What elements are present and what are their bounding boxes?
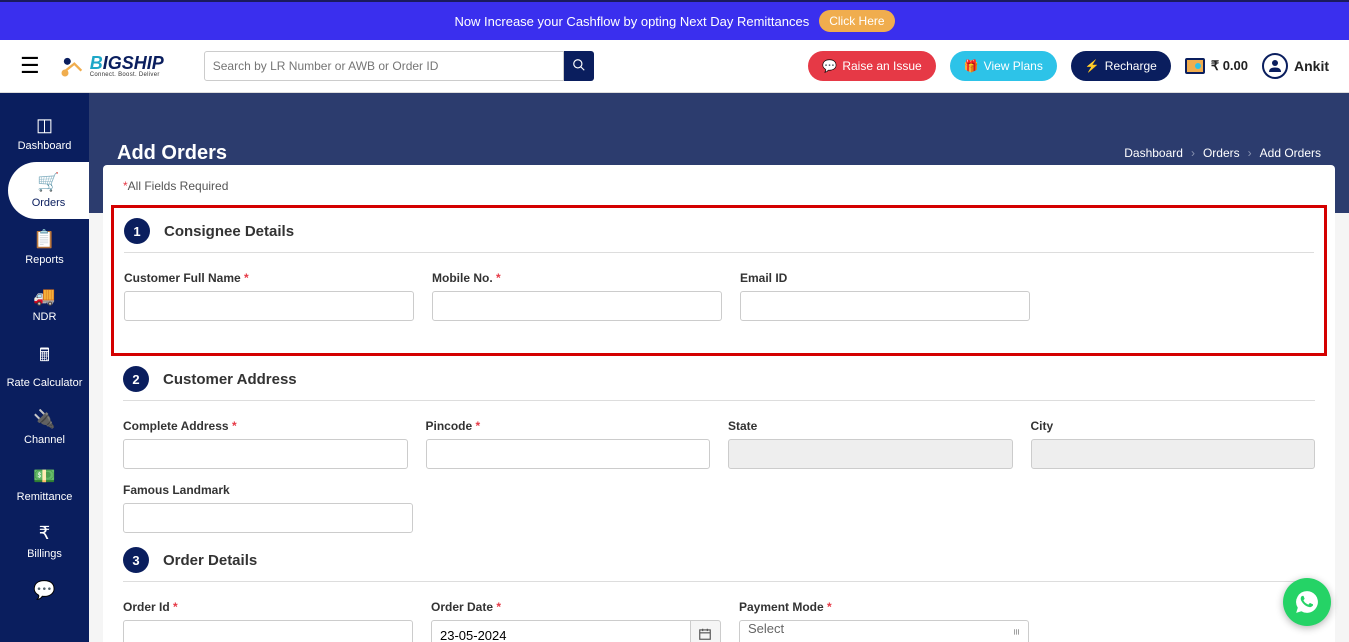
clipboard-icon: 📋 (0, 229, 89, 250)
label-customer-name: Customer Full Name * (124, 271, 414, 285)
sidebar: ◫ Dashboard 🛒 Orders 📋 Reports 🚚 NDR 🖩 R… (0, 93, 89, 642)
mobile-input[interactable] (432, 291, 722, 321)
sidebar-item-remittance[interactable]: 💵 Remittance (0, 456, 89, 513)
banner-text: Now Increase your Cashflow by opting Nex… (454, 14, 809, 29)
sidebar-item-orders[interactable]: 🛒 Orders (8, 162, 89, 219)
pincode-input[interactable] (426, 439, 711, 469)
bolt-icon: ⚡ (1085, 59, 1100, 73)
search-input[interactable] (204, 51, 564, 81)
whatsapp-button[interactable] (1283, 578, 1331, 626)
section-number: 1 (124, 218, 150, 244)
order-date-input[interactable] (431, 620, 691, 642)
section-number: 3 (123, 547, 149, 573)
sidebar-label: Dashboard (18, 140, 72, 152)
landmark-input[interactable] (123, 503, 413, 533)
breadcrumb-item[interactable]: Orders (1203, 146, 1240, 160)
sidebar-label: Remittance (17, 491, 73, 503)
main-content: Add Orders Dashboard › Orders › Add Orde… (89, 93, 1349, 642)
sidebar-label: Rate Calculator (7, 377, 83, 389)
state-input (728, 439, 1013, 469)
label-mobile: Mobile No. * (432, 271, 722, 285)
cart-icon: 🛒 (8, 172, 89, 193)
sidebar-item-reports[interactable]: 📋 Reports (0, 219, 89, 276)
label-order-id: Order Id * (123, 600, 413, 614)
recharge-button[interactable]: ⚡Recharge (1071, 51, 1171, 81)
chat-icon: 💬 (822, 59, 837, 73)
required-note: *All Fields Required (123, 179, 1315, 193)
cash-icon: 💵 (0, 466, 89, 487)
label-landmark: Famous Landmark (123, 483, 413, 497)
truck-icon: 🚚 (0, 286, 89, 307)
wallet-amount: ₹ 0.00 (1211, 58, 1248, 74)
search-icon (572, 58, 586, 72)
banner-cta-button[interactable]: Click Here (819, 10, 894, 32)
rupee-icon: ₹ (0, 523, 89, 544)
app-header: ☰ BIGSHIP Connect. Boost. Deliver 💬Raise… (0, 40, 1349, 93)
sidebar-item-rate-calculator[interactable]: 🖩 Rate Calculator (0, 333, 89, 399)
raise-issue-button[interactable]: 💬Raise an Issue (808, 51, 935, 81)
label-state: State (728, 419, 1013, 433)
wallet-balance[interactable]: ₹ 0.00 (1185, 58, 1248, 74)
section-title: Order Details (163, 552, 257, 569)
view-plans-button[interactable]: 🎁View Plans (950, 51, 1057, 81)
sidebar-label: NDR (33, 311, 57, 323)
sidebar-label: Channel (24, 434, 65, 446)
form-card: *All Fields Required 1 Consignee Details… (103, 165, 1335, 642)
city-input (1031, 439, 1316, 469)
sidebar-item-ndr[interactable]: 🚚 NDR (0, 276, 89, 333)
section-title: Customer Address (163, 371, 297, 388)
label-email: Email ID (740, 271, 1030, 285)
label-order-date: Order Date * (431, 600, 721, 614)
calendar-button[interactable] (691, 620, 721, 642)
avatar-icon (1262, 53, 1288, 79)
order-id-input[interactable] (123, 620, 413, 642)
dashboard-icon: ◫ (0, 115, 89, 136)
email-input[interactable] (740, 291, 1030, 321)
sidebar-label: Billings (27, 548, 62, 560)
label-address: Complete Address * (123, 419, 408, 433)
plug-icon: 🔌 (0, 409, 89, 430)
label-pincode: Pincode * (426, 419, 711, 433)
section-head-consignee: 1 Consignee Details (124, 218, 1314, 253)
payment-mode-select[interactable]: Select (739, 620, 1029, 642)
sidebar-label: Orders (32, 197, 66, 209)
promo-banner: Now Increase your Cashflow by opting Nex… (0, 0, 1349, 40)
address-input[interactable] (123, 439, 408, 469)
calculator-icon: 🖩 (0, 343, 89, 373)
breadcrumb-item: Add Orders (1260, 146, 1321, 160)
section-number: 2 (123, 366, 149, 392)
label-payment-mode: Payment Mode * (739, 600, 1029, 614)
sidebar-item-billings[interactable]: ₹ Billings (0, 513, 89, 570)
user-menu[interactable]: Ankit (1262, 53, 1329, 79)
section-title: Consignee Details (164, 223, 294, 240)
logo-mark-icon (58, 52, 86, 80)
calendar-icon (698, 627, 712, 641)
logo[interactable]: BIGSHIP Connect. Boost. Deliver (58, 52, 164, 80)
search-button[interactable] (564, 51, 594, 81)
consignee-highlight: 1 Consignee Details Customer Full Name *… (111, 205, 1327, 356)
page-title: Add Orders (117, 142, 227, 165)
sidebar-item-channel[interactable]: 🔌 Channel (0, 399, 89, 456)
menu-toggle-icon[interactable]: ☰ (20, 53, 40, 79)
logo-tagline: Connect. Boost. Deliver (90, 72, 164, 78)
breadcrumb: Dashboard › Orders › Add Orders (1124, 146, 1321, 160)
logo-brand: BIGSHIP (90, 54, 164, 72)
wallet-icon (1185, 58, 1205, 74)
chevron-right-icon: › (1248, 146, 1252, 160)
sidebar-item-more[interactable]: 💬 (0, 570, 89, 615)
gift-icon: 🎁 (964, 59, 979, 73)
chat-icon: 💬 (0, 580, 89, 601)
section-head-address: 2 Customer Address (123, 366, 1315, 401)
user-name: Ankit (1294, 58, 1329, 74)
search-bar (204, 51, 594, 81)
customer-name-input[interactable] (124, 291, 414, 321)
label-city: City (1031, 419, 1316, 433)
chevron-right-icon: › (1191, 146, 1195, 160)
whatsapp-icon (1294, 589, 1320, 615)
breadcrumb-item[interactable]: Dashboard (1124, 146, 1183, 160)
sidebar-label: Reports (25, 254, 64, 266)
sidebar-item-dashboard[interactable]: ◫ Dashboard (0, 105, 89, 162)
section-head-order: 3 Order Details (123, 547, 1315, 582)
